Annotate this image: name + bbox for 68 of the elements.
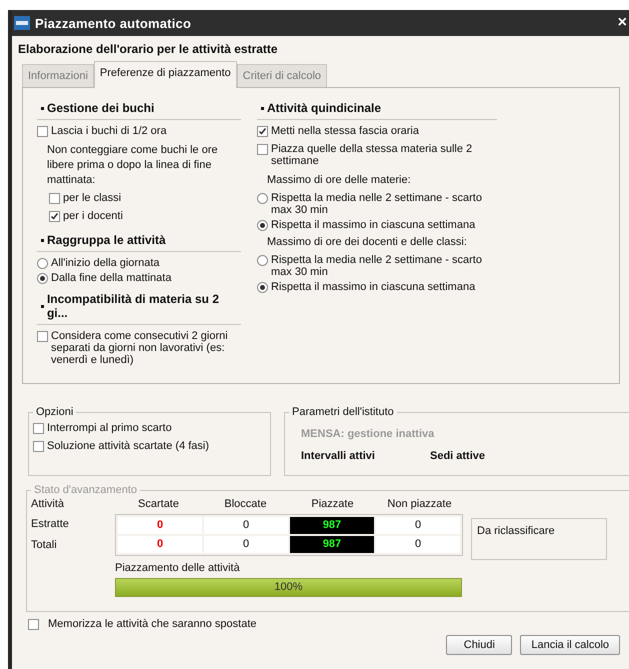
table-cell: 0 [204, 536, 288, 553]
table-cell: 987 [290, 517, 374, 534]
table-cell: 0 [204, 517, 288, 534]
checkbox-label: Piazza quelle della stessa materia sulle 2 settimane [271, 143, 474, 167]
checkbox[interactable] [28, 619, 39, 630]
checkbox-label: Lascia i buchi di 1/2 ora [51, 125, 167, 137]
radio-label: Rispetta la media nelle 2 settimane - scarto max 30 min [271, 254, 483, 278]
radio-button[interactable] [37, 258, 48, 269]
column-header: Scartate [137, 498, 180, 510]
side-note: Da riclassificare [471, 518, 607, 560]
section-title: Incompatibilità di materia su 2 gi... [37, 289, 241, 325]
status-text: MENSA: gestione inattiva [301, 428, 436, 440]
checkbox[interactable] [257, 126, 268, 137]
radio-button[interactable] [257, 255, 268, 266]
column-header: Piazzate [310, 498, 355, 510]
checkbox-label: Soluzione attività scartate (4 fasi) [47, 440, 210, 452]
window-title: Piazzamento automatico [35, 16, 192, 30]
section-note: Massimo di ore delle materie: [267, 173, 412, 188]
column-header: Non piazzate [386, 498, 453, 510]
checkbox[interactable] [49, 193, 60, 204]
dialog-button[interactable]: Chiudi [446, 635, 512, 655]
section-title: Gestione dei buchi [37, 98, 241, 120]
section-note: Non conteggiare come buchi le ore libere prima o dopo la linea di fine mattinata: [47, 143, 219, 188]
section-title: Raggruppa le attività [37, 230, 241, 252]
radio-button[interactable] [257, 220, 268, 231]
checkbox-label: Metti nella stessa fascia oraria [271, 125, 419, 137]
radio-button[interactable] [257, 282, 268, 293]
progress-label: Piazzamento delle attività [115, 562, 241, 574]
column-header: Attività [31, 498, 66, 510]
checkbox[interactable] [49, 211, 60, 222]
table-cell: 0 [376, 536, 460, 553]
dialog-button[interactable]: Lancia il calcolo [520, 635, 620, 655]
radio-label: Rispetta la media nelle 2 settimane - scarto max 30 min [271, 192, 483, 216]
app-logo-icon [14, 16, 30, 30]
checkbox[interactable] [37, 331, 48, 342]
checkbox[interactable] [33, 441, 44, 452]
group-title: Opzioni [35, 406, 74, 418]
checkbox[interactable] [37, 126, 48, 137]
parameter-label: Sedi attive [430, 450, 486, 462]
radio-button[interactable] [37, 273, 48, 284]
parameter-label: Intervalli attivi [301, 450, 375, 462]
checkbox-label: Interrompi al primo scarto [47, 422, 172, 434]
row-label: Totali [31, 538, 58, 553]
column-header: Bloccate [223, 498, 268, 510]
table-cell: 987 [290, 536, 374, 553]
table-cell: 0 [376, 517, 460, 534]
section-note: Massimo di ore dei docenti e delle classi: [267, 235, 468, 250]
radio-label: All'inizio della giornata [51, 257, 160, 269]
radio-label: Rispetta il massimo in ciascuna settimana [271, 281, 476, 293]
radio-button[interactable] [257, 193, 268, 204]
checkbox-label: Considera come consecutivi 2 giorni separati da giorni non lavorativi (es: venerdì e lunedì) [51, 330, 229, 366]
dialog-heading: Elaborazione dell'orario per le attività estratte [18, 42, 279, 56]
group-title: Parametri dell'istituto [291, 406, 395, 418]
progress-reading: 100% [273, 580, 304, 595]
radio-label: Rispetta il massimo in ciascuna settimana [271, 219, 476, 231]
table-cell: 0 [118, 517, 202, 534]
checkbox-label: Memorizza le attività che saranno spostate [48, 618, 256, 630]
checkbox-label: per i docenti [63, 210, 123, 222]
table-cell: 0 [118, 536, 202, 553]
tab[interactable]: Preferenze di piazzamento [94, 61, 237, 88]
row-label: Estratte [31, 517, 70, 532]
checkbox-label: per le classi [63, 192, 122, 204]
section-title: Attività quindicinale [257, 98, 497, 120]
checkbox[interactable] [257, 144, 268, 155]
group-title: Stato d'avanzamento [33, 484, 138, 496]
checkbox[interactable] [33, 423, 44, 434]
close-button[interactable]: × [614, 14, 629, 32]
radio-label: Dalla fine della mattinata [51, 272, 172, 284]
